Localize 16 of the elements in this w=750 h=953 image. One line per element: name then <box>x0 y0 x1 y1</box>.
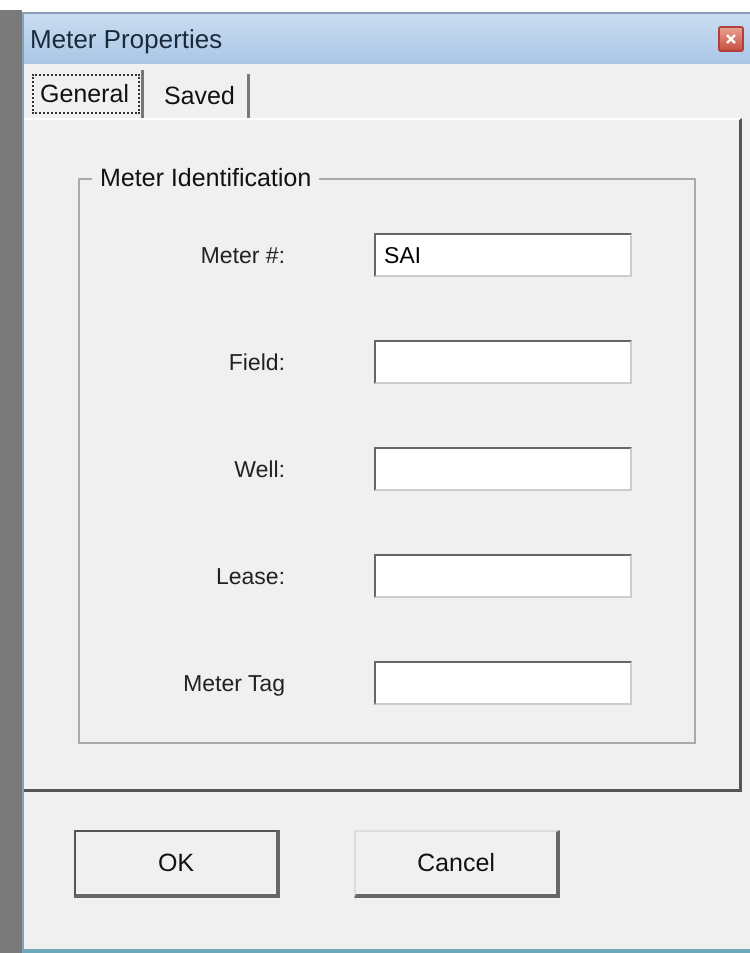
dialog-button[interactable]: OK <box>74 830 280 898</box>
group-title: Meter Identification <box>99 164 312 193</box>
input-field[interactable]: SAI <box>374 233 632 277</box>
close-icon <box>725 33 737 45</box>
field-label: Meter #: <box>200 242 285 268</box>
field-label: Meter Tag <box>182 670 285 696</box>
dialog-button[interactable]: Cancel <box>354 830 560 898</box>
input-field[interactable] <box>374 447 632 491</box>
field-label: Well: <box>233 456 285 482</box>
input-field[interactable] <box>374 340 632 384</box>
window-title: Meter Properties <box>30 24 222 54</box>
field-label: Field: <box>228 348 285 376</box>
close-button[interactable] <box>718 26 744 52</box>
input-field[interactable] <box>374 661 632 705</box>
input-field[interactable] <box>374 554 632 598</box>
field-label: Lease: <box>214 562 285 590</box>
